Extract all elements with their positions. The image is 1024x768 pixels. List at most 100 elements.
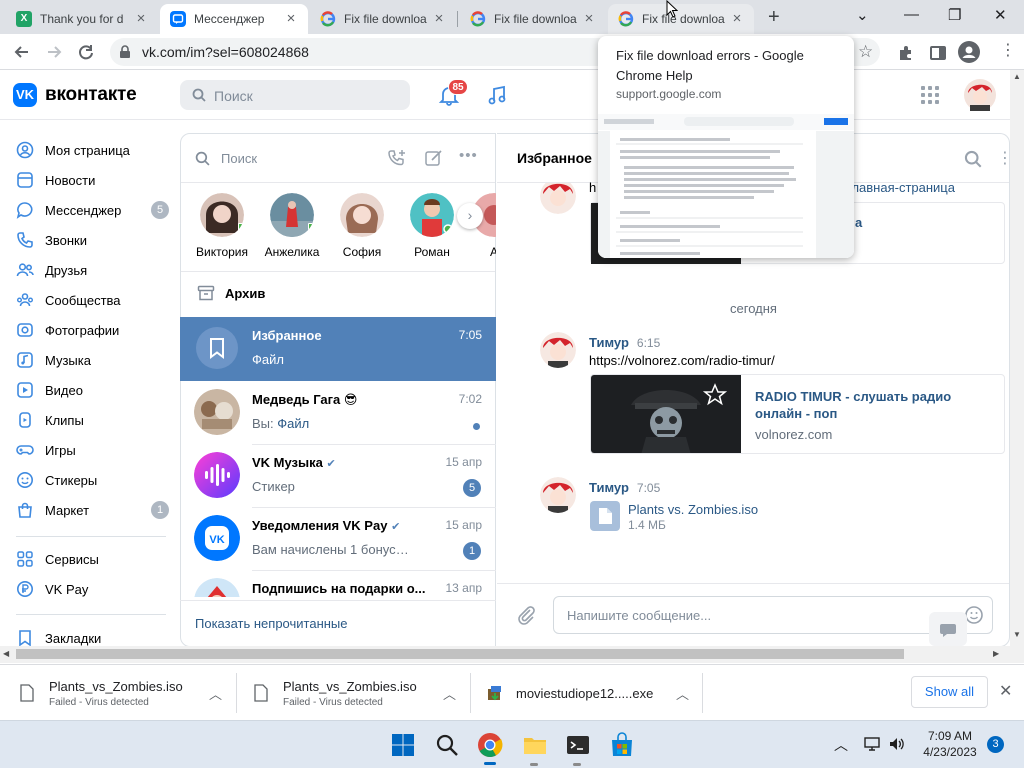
story-viktoria[interactable]: Виктория [192,193,252,259]
download-item[interactable]: Plants_vs_Zombies.iso Failed - Virus det… [20,665,230,721]
microsoft-store-icon[interactable] [609,732,635,758]
menu-item-my-page[interactable]: Моя страница [16,135,171,165]
page-scrollbar[interactable]: ▲ ▼ [1010,70,1024,646]
scroll-up-arrow-icon[interactable]: ▲ [1013,72,1021,81]
menu-item-clips[interactable]: Клипы [16,405,171,435]
bookmark-star-icon[interactable]: ☆ [858,42,873,62]
chrome-taskbar-icon[interactable] [477,732,503,758]
forward-icon[interactable] [44,42,64,62]
menu-item-communities[interactable]: Сообщества [16,285,171,315]
reload-icon[interactable] [76,42,96,62]
chat-row-vk-pay[interactable]: VK Уведомления VK Pay ✔ 15 апр Вам начис… [180,507,496,570]
message-time[interactable]: 7:05 [637,481,660,495]
extensions-icon[interactable] [897,44,915,62]
tab-google-help-1[interactable]: Fix file downloa × [310,4,456,34]
chat-row-medved-gaga[interactable]: Медведь Гага 😎 7:02 Вы: Файл [180,381,496,444]
attach-icon[interactable] [515,604,537,626]
chat-search-input[interactable]: Поиск [221,151,257,166]
tab-messenger[interactable]: Мессенджер × [160,4,308,34]
menu-item-friends[interactable]: Друзья [16,255,171,285]
voice-message-button[interactable] [929,612,967,646]
menu-item-services[interactable]: Сервисы [16,544,171,574]
story-sofia[interactable]: София [332,193,392,259]
maximize-icon[interactable]: ❐ [948,6,961,24]
close-tab-icon[interactable]: × [284,11,298,26]
file-name[interactable]: Plants vs. Zombies.iso [628,502,758,517]
menu-item-photos[interactable]: Фотографии [16,315,171,345]
scrollbar-thumb[interactable] [16,649,904,659]
lock-icon[interactable] [119,45,131,59]
compose-icon[interactable] [424,148,444,168]
music-player-icon[interactable] [486,84,508,106]
system-clock[interactable]: 7:09 AM 4/23/2023 [920,728,980,760]
show-unread-link[interactable]: Показать непрочитанные [195,616,348,631]
chevron-up-icon[interactable]: ︿ [676,684,689,703]
scroll-down-arrow-icon[interactable]: ▼ [1013,630,1021,639]
vk-brand-name[interactable]: вконтакте [45,84,137,106]
file-icon[interactable] [590,501,620,531]
more-options-icon[interactable]: ••• [459,147,478,164]
vk-logo[interactable]: VK [13,83,37,107]
close-tab-icon[interactable]: × [134,11,148,26]
scroll-right-arrow-icon[interactable]: ▶ [993,649,999,658]
tab-google-help-3[interactable]: Fix file downloa × [608,4,754,34]
tab-search-icon[interactable]: ⌄ [856,6,869,24]
menu-item-video[interactable]: Видео [16,375,171,405]
more-options-icon[interactable]: ⋮ [997,148,1009,168]
menu-item-games[interactable]: Игры [16,435,171,465]
message-author[interactable]: Тимур [589,335,629,350]
new-call-icon[interactable] [387,148,407,168]
menu-item-news[interactable]: Новости [16,165,171,195]
download-item[interactable]: Plants_vs_Zombies.iso Failed - Virus det… [254,665,464,721]
taskbar-search-icon[interactable] [434,732,460,758]
apps-grid-icon[interactable] [920,85,940,105]
tab-google-help-2[interactable]: Fix file downloa × [460,4,606,34]
terminal-icon[interactable] [565,732,591,758]
menu-item-market[interactable]: Маркет 1 [16,495,171,525]
message-input[interactable]: Напишите сообщение... [553,596,993,634]
file-explorer-icon[interactable] [522,732,548,758]
story-roman[interactable]: Роман [402,193,462,259]
tray-overflow-chevron-icon[interactable]: ︿ [834,735,848,755]
chat-row-gifts[interactable]: Подпишись на подарки о... 13 апр [180,570,496,597]
tab-excel[interactable]: X Thank you for d × [6,4,158,34]
chat-row-vk-music[interactable]: VK Музыка ✔ 15 апр Стикер 5 [180,444,496,507]
download-item[interactable]: moviestudiope12.....exe ︿ [486,665,696,721]
menu-item-vkpay[interactable]: VK Pay [16,574,171,604]
chevron-up-icon[interactable]: ︿ [209,684,222,703]
message-author[interactable]: Тимур [589,480,629,495]
chrome-menu-icon[interactable]: ⋮ [1000,43,1016,59]
horizontal-scrollbar[interactable]: ◀ ▶ [0,646,1024,663]
new-tab-button[interactable]: + [768,6,780,29]
url-text[interactable]: vk.com/im?sel=608024868 [142,44,309,60]
back-icon[interactable] [12,42,32,62]
emoji-icon[interactable] [964,605,984,625]
vk-search-input[interactable]: Поиск [180,80,410,110]
close-tab-icon[interactable]: × [432,11,446,26]
story-anzhelika[interactable]: Анжелика [262,193,322,259]
link-preview-card[interactable]: RADIO TIMUR - слушать радио онлайн - поп… [590,374,1005,454]
menu-item-stickers[interactable]: Стикеры [16,465,171,495]
author-avatar[interactable] [540,477,576,513]
show-all-downloads-button[interactable]: Show all [911,676,988,708]
close-window-icon[interactable]: ✕ [994,6,1007,24]
network-icon[interactable] [863,736,881,752]
archive-row[interactable]: Архив [197,284,265,302]
menu-item-music[interactable]: Музыка [16,345,171,375]
stories-next-chevron-icon[interactable]: › [457,203,483,229]
profile-avatar-icon[interactable] [958,41,980,63]
minimize-icon[interactable]: — [904,6,919,23]
menu-item-calls[interactable]: Звонки [16,225,171,255]
menu-item-messenger[interactable]: Мессенджер 5 [16,195,171,225]
prev-link-fragment[interactable]: главная-страница [847,180,955,195]
windows-start-icon[interactable] [390,732,416,758]
notification-center-badge[interactable]: 3 [987,736,1004,753]
search-icon[interactable] [964,150,982,168]
volume-icon[interactable] [888,736,906,752]
scroll-left-arrow-icon[interactable]: ◀ [3,649,9,658]
close-tab-icon[interactable]: × [730,11,744,26]
close-tab-icon[interactable]: × [582,11,596,26]
chevron-up-icon[interactable]: ︿ [443,684,456,703]
side-panel-icon[interactable] [929,44,947,62]
chat-row-favorites[interactable]: Избранное 7:05 Файл [180,317,496,381]
